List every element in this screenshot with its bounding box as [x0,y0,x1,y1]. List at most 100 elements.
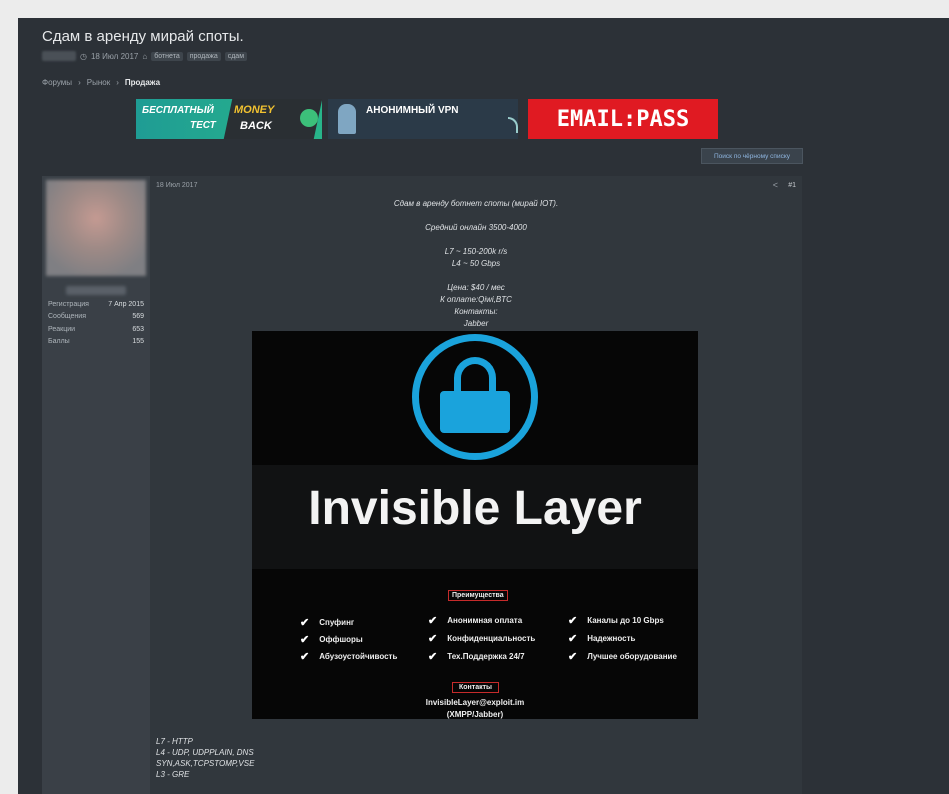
tag-icon: ⌂ [142,51,148,61]
share-icon[interactable]: < [773,180,778,190]
ad-image[interactable]: Invisible Layer Преимущества ✔ Спуфинг ✔ А… [252,331,698,719]
post-line-gap [150,210,802,222]
feature-label: Каналы до 10 Gbps [587,616,664,625]
padlock-shackle [454,357,496,395]
stat-value: 7 Апр 2015 [108,300,144,308]
feature-item: ✔ Каналы до 10 Gbps [568,614,664,627]
tag-botnet[interactable]: ботнета [151,51,183,61]
banner-anon-vpn[interactable]: АНОНИМНЫЙ VPN [328,99,518,139]
stat-value: 569 [132,313,144,321]
stat-row: Сообщения 569 [48,311,144,324]
check-icon: ✔ [568,651,578,663]
method-line: L3 - GRE [156,770,190,779]
avatar[interactable] [46,180,146,276]
feature-item: ✔ Лучшее оборудование [568,650,677,663]
check-icon: ✔ [428,651,438,663]
stat-label: Баллы [48,338,70,346]
post-line: Контакты: [454,307,498,316]
feature-label: Анонимная оплата [447,616,523,625]
contacts-label: Контакты [452,682,500,693]
banner-email-pass[interactable]: EMAIL:PASS [528,99,718,139]
post-line-gap [150,234,802,246]
feature-item: ✔ Надежность [568,632,635,645]
contact-email: InvisibleLayer@exploit.im [425,698,525,707]
chevron-right-icon: › [116,78,119,87]
feature-label: Тех.Поддержка 24/7 [447,652,525,661]
tag-sale[interactable]: продажа [186,51,221,61]
post-line: Jabber [463,319,489,328]
thread-title: Сдам в аренду мирай споты. [42,28,244,45]
feature-label: Оффшоры [319,635,363,644]
check-icon: ✔ [300,651,310,663]
post-line: L7 ~ 150-200k r/s [444,247,508,256]
banner-free-test[interactable]: БЕСПЛАТНЫЙ ТЕСТ MONEY BACK [136,99,322,139]
stat-value: 155 [132,338,144,346]
feature-item: ✔ Тех.Поддержка 24/7 [428,650,525,663]
post-content: 18 Июл 2017 < #1 Сдам в аренду ботнет сп… [150,176,802,794]
feature-item: ✔ Анонимная оплата [428,614,522,627]
post-number[interactable]: #1 [788,182,796,189]
breadcrumb-current[interactable]: Продажа [125,78,160,87]
author-name-blurred[interactable] [42,51,76,61]
feature-label: Лучшее оборудование [587,652,677,661]
stat-label: Сообщения [48,313,86,321]
check-icon: ✔ [300,617,310,629]
banner-text: EMAIL:PASS [556,106,690,132]
user-stats: Регистрация 7 Апр 2015 Сообщения 569 Реакц… [48,298,144,348]
advantages-label: Преимущества [448,590,508,601]
post-line: Средний онлайн 3500-4000 [425,223,527,232]
breadcrumb: Форумы › Рынок › Продажа [42,78,160,87]
post-methods: L7 - HTTP L4 - UDP, UDPPLAIN, DNS SYN,AS… [156,736,254,780]
banner-text: БЕСПЛАТНЫЙ [142,105,214,116]
banner-text: АНОНИМНЫЙ VPN [366,105,459,116]
banner-text: MONEY [234,104,275,116]
padlock-body [440,391,510,433]
feature-item: ✔ Абузоустойчивость [300,650,397,663]
stat-row: Баллы 155 [48,336,144,349]
money-icon [300,109,318,127]
post-body: Сдам в аренду ботнет споты (мирай IOT). … [150,198,802,330]
banner-text: ТЕСТ [190,120,216,131]
signal-icon [508,117,518,133]
stat-row: Реакции 653 [48,323,144,336]
ad-brand: Invisible Layer [308,482,642,535]
breadcrumb-market[interactable]: Рынок [87,78,110,87]
user-sidebar: Регистрация 7 Апр 2015 Сообщения 569 Реакц… [42,176,150,794]
feature-label: Спуфинг [319,618,355,627]
stat-label: Реакции [48,325,76,333]
method-line: SYN,ASK,TCPSTOMP,VSE [156,759,255,768]
chevron-right-icon: › [78,78,81,87]
clock-icon: ◷ [80,51,87,61]
post-date[interactable]: 18 Июл 2017 [156,182,197,189]
stat-row: Регистрация 7 Апр 2015 [48,298,144,311]
blacklist-search-button[interactable]: Поиск по чёрному списку [701,148,803,164]
banner-text: BACK [240,120,272,132]
contact-protocol: (XMPP/Jabber) [446,710,504,719]
stat-value: 653 [132,325,144,333]
tag-rent[interactable]: сдам [224,51,248,61]
post-line: Цена: $40 / мес [447,283,505,292]
method-line: L4 - UDP, UDPPLAIN, DNS [156,748,254,757]
feature-item: ✔ Спуфинг [300,616,354,629]
stat-label: Регистрация [48,300,89,308]
check-icon: ✔ [428,633,438,645]
thread-date: 18 Июл 2017 [90,51,139,61]
username-blurred[interactable] [66,286,126,295]
method-line: L7 - HTTP [156,737,193,746]
check-icon: ✔ [568,615,578,627]
check-icon: ✔ [300,634,310,646]
check-icon: ✔ [428,615,438,627]
feature-label: Конфиденциальность [447,634,536,643]
post-line: К оплате:Qiwi,BTC [440,295,512,304]
post: Регистрация 7 Апр 2015 Сообщения 569 Реакц… [42,176,802,794]
astronaut-icon [338,104,356,134]
thread-meta: ◷ 18 Июл 2017 ⌂ ботнета продажа сдам [42,50,248,62]
forum-thread-page: Сдам в аренду мирай споты. ◷ 18 Июл 2017… [18,18,949,794]
feature-label: Надежность [587,634,636,643]
feature-label: Абузоустойчивость [319,652,398,661]
breadcrumb-forums[interactable]: Форумы [42,78,72,87]
feature-item: ✔ Конфиденциальность [428,632,535,645]
check-icon: ✔ [568,633,578,645]
post-line-gap [150,270,802,282]
post-line: L4 ~ 50 Gbps [451,259,501,268]
